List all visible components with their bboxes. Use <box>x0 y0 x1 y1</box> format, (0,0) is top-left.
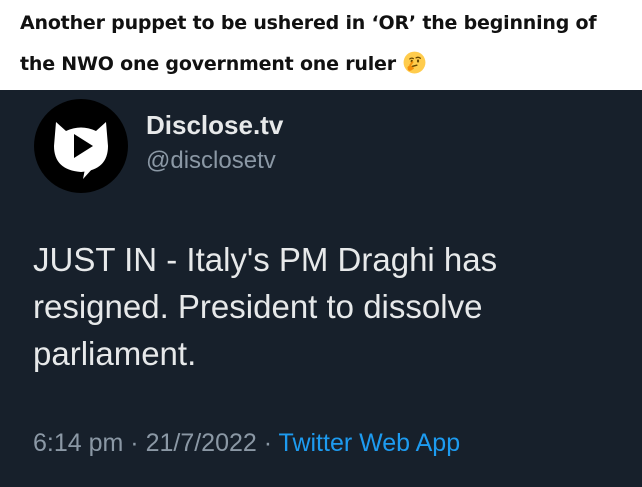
tweet-text-line: parliament. <box>33 335 197 372</box>
user-handle[interactable]: @disclosetv <box>146 147 276 175</box>
meta-separator: · <box>123 429 146 457</box>
tweet-card: Disclose.tv @disclosetv JUST IN - Italy'… <box>0 90 642 487</box>
display-name[interactable]: Disclose.tv <box>146 110 283 141</box>
tweet-date[interactable]: 21/7/2022 <box>146 429 257 457</box>
tweet-text: JUST IN - Italy's PM Draghi has resigned… <box>33 236 497 377</box>
caption-line-2: the NWO one government one ruler <box>20 50 427 75</box>
caption-line-2-text: the NWO one government one ruler <box>20 53 396 75</box>
tweet-time[interactable]: 6:14 pm <box>33 429 123 457</box>
tweet-text-line: resigned. President to dissolve <box>33 288 483 325</box>
tweet-source-link[interactable]: Twitter Web App <box>279 429 461 457</box>
tweet-metadata: 6:14 pm · 21/7/2022 · Twitter Web App <box>33 429 460 458</box>
post-caption: Another puppet to be ushered in ‘OR’ the… <box>0 0 642 90</box>
tweet-text-line: JUST IN - Italy's PM Draghi has <box>33 241 498 278</box>
caption-line-1: Another puppet to be ushered in ‘OR’ the… <box>20 12 597 34</box>
thinking-face-emoji-icon <box>403 51 426 74</box>
meta-separator: · <box>256 429 279 457</box>
disclose-tv-play-logo-icon[interactable] <box>33 98 129 194</box>
